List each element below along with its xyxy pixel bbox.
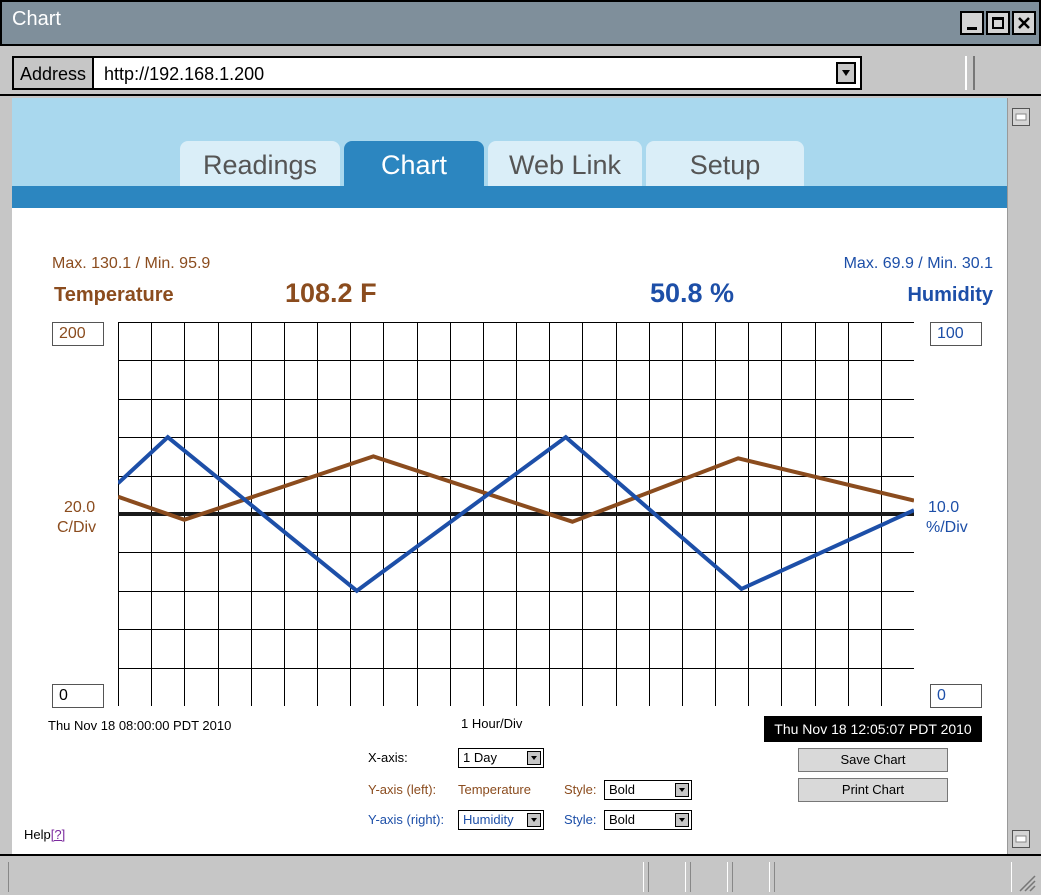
yaxis-left-style-select[interactable]: Bold: [604, 780, 692, 800]
temperature-division-value: 20.0: [64, 499, 96, 516]
humidity-division-unit: %/Div: [926, 519, 968, 536]
scroll-up-button[interactable]: [1012, 108, 1030, 126]
temperature-label: Temperature: [54, 284, 174, 306]
status-cell: [774, 862, 1012, 892]
xaxis-label: X-axis:: [368, 750, 408, 765]
toolbar-separator: [965, 56, 975, 90]
close-icon: [1018, 17, 1030, 29]
tab-stripe: [12, 186, 1007, 208]
temperature-division-unit: C/Div: [57, 519, 97, 536]
close-button[interactable]: [1012, 11, 1036, 35]
yaxis-right-style-label: Style:: [564, 812, 597, 827]
maximize-button[interactable]: [986, 11, 1010, 35]
scroll-up-icon: [1015, 113, 1027, 121]
address-group: Address http://192.168.1.200: [12, 56, 862, 90]
chevron-down-icon: [675, 813, 689, 827]
page-viewport: Readings Chart Web Link Setup Max. 130.1…: [12, 98, 1007, 854]
xaxis-select[interactable]: 1 Day: [458, 748, 544, 768]
chevron-down-icon: [527, 813, 541, 827]
print-chart-button[interactable]: Print Chart: [798, 778, 948, 802]
yaxis-right-style-value: Bold: [609, 812, 636, 827]
help-label: Help: [24, 827, 51, 842]
yaxis-right-select[interactable]: Humidity: [458, 810, 544, 830]
address-input[interactable]: http://192.168.1.200: [94, 58, 832, 88]
chevron-down-icon: [675, 783, 689, 797]
vertical-scrollbar[interactable]: [1007, 98, 1033, 854]
current-time-badge: Thu Nov 18 12:05:07 PDT 2010: [764, 716, 982, 742]
humidity-label: Humidity: [907, 284, 993, 306]
title-bar: Chart: [0, 0, 1041, 46]
browser-window: Chart Address http://192.168.1.200 Readi…: [0, 0, 1041, 895]
status-cell-main: [8, 862, 644, 892]
temperature-scale-bottom-input[interactable]: 0: [52, 684, 104, 708]
chart-plot: [118, 322, 914, 706]
address-label: Address: [14, 58, 95, 88]
scroll-down-icon: [1015, 835, 1027, 843]
status-cell: [648, 862, 686, 892]
time-division-label: 1 Hour/Div: [461, 716, 523, 731]
humidity-scale-top-input[interactable]: 100: [930, 322, 982, 346]
yaxis-left-style-label: Style:: [564, 782, 597, 797]
yaxis-left-label: Y-axis (left):: [368, 782, 437, 797]
yaxis-left-style-value: Bold: [609, 782, 636, 797]
scroll-down-button[interactable]: [1012, 830, 1030, 848]
chevron-down-icon: [842, 70, 850, 76]
chart-start-time: Thu Nov 18 08:00:00 PDT 2010: [48, 718, 232, 733]
temperature-scale-top-input[interactable]: 200: [52, 322, 104, 346]
maximize-icon: [992, 17, 1004, 29]
temperature-maxmin: Max. 130.1 / Min. 95.9: [52, 255, 211, 272]
save-chart-button[interactable]: Save Chart: [798, 748, 948, 772]
status-bar: [0, 854, 1041, 895]
status-cell: [732, 862, 770, 892]
yaxis-left-value: Temperature: [458, 782, 531, 797]
resize-grip-icon[interactable]: [1016, 872, 1036, 892]
tab-readings[interactable]: Readings: [180, 141, 340, 186]
humidity-division-value: 10.0: [928, 499, 960, 516]
help-link[interactable]: [?]: [51, 827, 65, 842]
humidity-maxmin: Max. 69.9 / Min. 30.1: [843, 255, 993, 272]
temperature-value: 108.2 F: [285, 278, 377, 308]
yaxis-right-style-select[interactable]: Bold: [604, 810, 692, 830]
tab-chart[interactable]: Chart: [344, 141, 484, 208]
yaxis-right-select-value: Humidity: [463, 812, 514, 827]
help-section: Help[?]: [24, 827, 65, 842]
yaxis-right-label: Y-axis (right):: [368, 812, 445, 827]
tab-setup[interactable]: Setup: [646, 141, 804, 186]
minimize-icon: [967, 26, 977, 30]
address-dropdown-button[interactable]: [836, 62, 856, 84]
window-title: Chart: [12, 8, 61, 30]
tab-web-link[interactable]: Web Link: [488, 141, 642, 186]
humidity-value: 50.8 %: [650, 278, 735, 308]
chevron-down-icon: [527, 751, 541, 765]
xaxis-select-value: 1 Day: [463, 750, 497, 765]
address-bar: Address http://192.168.1.200: [0, 46, 1041, 96]
header-banner: Readings Chart Web Link Setup: [12, 98, 1007, 208]
humidity-scale-bottom-input[interactable]: 0: [930, 684, 982, 708]
status-cell: [690, 862, 728, 892]
minimize-button[interactable]: [960, 11, 984, 35]
